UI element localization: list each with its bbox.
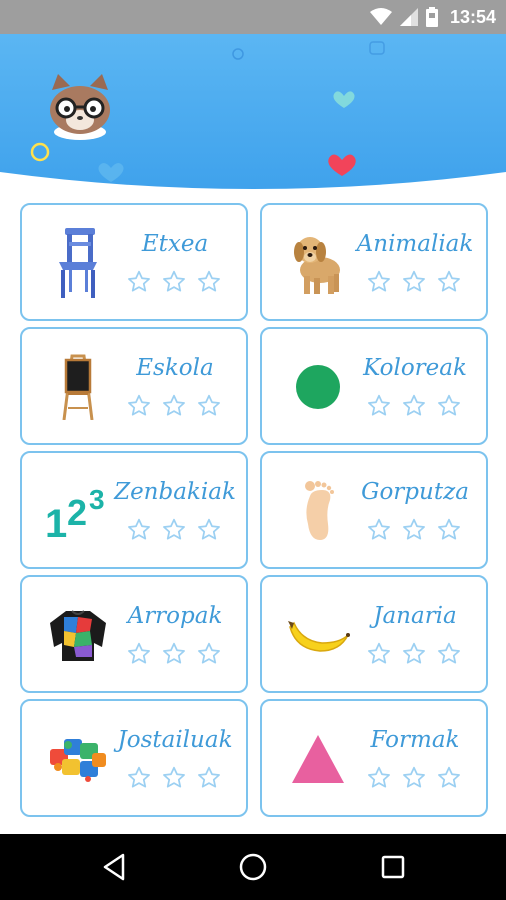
star-outline-icon [403, 394, 425, 416]
category-card-formak[interactable]: Formak [260, 699, 488, 817]
star-outline-icon [368, 642, 390, 664]
star-outline-icon [198, 766, 220, 788]
star-outline-icon [403, 642, 425, 664]
puppy-icon [274, 223, 362, 303]
numbers-icon: 1 2 3 [34, 471, 122, 551]
category-label: Koloreak [363, 355, 467, 381]
category-label: Etxea [141, 231, 209, 257]
star-outline-icon [163, 766, 185, 788]
star-rating [126, 641, 222, 667]
star-rating [126, 393, 222, 419]
category-label: Gorputza [361, 479, 469, 505]
category-label: Janaria [373, 603, 457, 629]
recents-square-icon [381, 855, 405, 879]
category-grid: Etxea Animaliak Eskola Koloreak 1 2 3 Ze… [20, 203, 488, 825]
svg-text:1: 1 [45, 502, 67, 543]
category-label: Formak [370, 727, 460, 753]
category-card-arropak[interactable]: Arropak [20, 575, 248, 693]
star-outline-icon [403, 518, 425, 540]
star-outline-icon [368, 270, 390, 292]
star-outline-icon [368, 766, 390, 788]
category-card-gorputza[interactable]: Gorputza [260, 451, 488, 569]
back-button[interactable] [94, 847, 134, 887]
chalkboard-icon [34, 347, 122, 427]
star-rating [126, 765, 222, 791]
wifi-icon [369, 8, 392, 25]
category-label: Arropak [127, 603, 223, 629]
puzzle-icon [34, 719, 122, 799]
star-outline-icon [128, 642, 150, 664]
star-rating [366, 393, 462, 419]
star-rating [366, 269, 462, 295]
star-outline-icon [438, 270, 460, 292]
star-rating [366, 765, 462, 791]
star-outline-icon [198, 270, 220, 292]
chair-icon [34, 223, 122, 303]
category-label: Zenbakiak [114, 479, 236, 505]
star-rating [126, 269, 222, 295]
star-outline-icon [198, 642, 220, 664]
category-label: Eskola [136, 355, 214, 381]
home-button[interactable] [233, 847, 273, 887]
battery-icon [425, 7, 438, 27]
star-outline-icon [128, 394, 150, 416]
cat-mascot-icon[interactable] [44, 74, 116, 144]
green-circle-icon [274, 347, 362, 427]
star-outline-icon [163, 518, 185, 540]
sweater-icon [34, 595, 122, 675]
star-outline-icon [198, 518, 220, 540]
star-rating [126, 517, 222, 543]
star-rating [366, 517, 462, 543]
category-card-eskola[interactable]: Eskola [20, 327, 248, 445]
navigation-bar [0, 834, 506, 900]
category-card-zenbakiak[interactable]: 1 2 3 Zenbakiak [20, 451, 248, 569]
foot-icon [274, 471, 362, 551]
recents-button[interactable] [373, 847, 413, 887]
star-rating [366, 641, 462, 667]
back-triangle-icon [103, 853, 125, 881]
star-outline-icon [198, 394, 220, 416]
star-outline-icon [438, 518, 460, 540]
star-outline-icon [163, 642, 185, 664]
star-outline-icon [438, 394, 460, 416]
star-outline-icon [128, 270, 150, 292]
star-outline-icon [128, 766, 150, 788]
category-card-janaria[interactable]: Janaria [260, 575, 488, 693]
category-card-etxea[interactable]: Etxea [20, 203, 248, 321]
signal-icon [399, 8, 418, 26]
category-card-koloreak[interactable]: Koloreak [260, 327, 488, 445]
star-outline-icon [368, 394, 390, 416]
star-outline-icon [128, 518, 150, 540]
star-outline-icon [368, 518, 390, 540]
home-circle-icon [239, 853, 267, 881]
banana-icon [274, 595, 362, 675]
svg-text:2: 2 [67, 492, 87, 533]
category-card-animaliak[interactable]: Animaliak [260, 203, 488, 321]
star-outline-icon [403, 270, 425, 292]
category-card-jostailuak[interactable]: Jostailuak [20, 699, 248, 817]
clock: 13:54 [449, 6, 496, 27]
star-outline-icon [163, 270, 185, 292]
category-label: Jostailuak [117, 727, 233, 753]
svg-text:3: 3 [89, 484, 105, 515]
category-label: Animaliak [356, 231, 474, 257]
star-outline-icon [438, 642, 460, 664]
triangle-icon [274, 719, 362, 799]
star-outline-icon [163, 394, 185, 416]
status-bar: 13:54 [0, 0, 506, 34]
star-outline-icon [403, 766, 425, 788]
star-outline-icon [438, 766, 460, 788]
